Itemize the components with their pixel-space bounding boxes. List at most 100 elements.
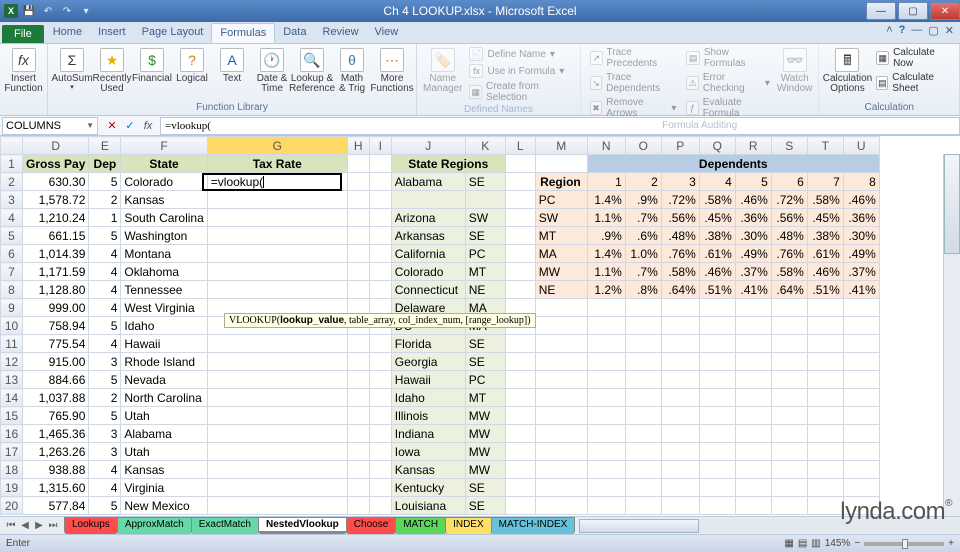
cell[interactable] [369,425,391,443]
chevron-down-icon[interactable]: ▼ [86,121,94,130]
cell[interactable] [465,191,505,209]
cell[interactable]: PC [535,191,587,209]
row-header-16[interactable]: 16 [1,425,23,443]
cell[interactable]: 1 [89,209,121,227]
cell[interactable]: Utah [121,443,207,461]
cell[interactable] [535,497,587,515]
cell[interactable] [369,155,391,173]
cell[interactable] [347,155,369,173]
sheet-tab-index[interactable]: INDEX [445,517,492,534]
cell[interactable]: Connecticut [391,281,465,299]
qat-customize-icon[interactable]: ▾ [78,3,94,19]
cell[interactable]: Kansas [391,461,465,479]
logical-button[interactable]: ?Logical [174,46,210,84]
cell[interactable]: .49% [843,245,879,263]
cell[interactable]: Tax Rate [207,155,347,173]
calculate-sheet-button[interactable]: ▤Calculate Sheet [873,71,953,95]
create-from-selection-button[interactable]: ▦Create from Selection [466,80,573,104]
cell[interactable] [771,317,807,335]
ribbon-tab-view[interactable]: View [367,23,407,43]
cell[interactable]: Dependents [587,155,879,173]
cell[interactable] [771,497,807,515]
hscroll-thumb[interactable] [579,519,699,533]
cell[interactable]: SE [465,479,505,497]
cell[interactable] [587,299,625,317]
scrollbar-thumb[interactable] [944,154,960,254]
cell[interactable] [369,173,391,191]
row-header-3[interactable]: 3 [1,191,23,209]
enter-formula-button[interactable]: ✓ [122,118,138,134]
cell[interactable]: SE [465,335,505,353]
cell[interactable]: 8 [843,173,879,191]
cell[interactable] [369,245,391,263]
cell[interactable] [625,479,661,497]
cell[interactable]: .30% [843,227,879,245]
cell[interactable] [843,425,879,443]
cell[interactable]: 915.00 [23,353,89,371]
cell[interactable] [535,443,587,461]
column-header-P[interactable]: P [661,137,699,155]
help-icon[interactable]: ? [899,24,906,37]
cell[interactable] [207,389,347,407]
qat-redo-icon[interactable]: ↷ [59,3,75,19]
column-header-U[interactable]: U [843,137,879,155]
cell[interactable]: 5 [89,173,121,191]
use-in-formula-button[interactable]: fxUse in Formula ▾ [466,63,573,79]
financial-button[interactable]: $Financial [134,46,170,84]
row-header-19[interactable]: 19 [1,479,23,497]
doc-minimize-button[interactable]: — [911,24,922,37]
column-header-D[interactable]: D [23,137,89,155]
error-checking-button[interactable]: ⚠Error Checking ▾ [683,71,772,95]
cell[interactable]: .9% [625,191,661,209]
cell[interactable]: .48% [771,227,807,245]
cell[interactable]: 1.2% [587,281,625,299]
cell[interactable] [207,227,347,245]
cell[interactable] [535,317,587,335]
cell[interactable]: PC [465,371,505,389]
cell[interactable]: 3 [89,353,121,371]
column-header-I[interactable]: I [369,137,391,155]
cell[interactable]: Arkansas [391,227,465,245]
cell[interactable]: Hawaii [121,335,207,353]
cell[interactable] [505,371,535,389]
cell[interactable]: Alabama [391,173,465,191]
cell[interactable]: Kentucky [391,479,465,497]
row-header-7[interactable]: 7 [1,263,23,281]
cell[interactable]: Louisiana [391,497,465,515]
cell[interactable] [505,227,535,245]
calculate-now-button[interactable]: ▦Calculate Now [873,46,953,70]
cell[interactable] [735,461,771,479]
cell[interactable] [807,371,843,389]
ribbon-tab-page-layout[interactable]: Page Layout [134,23,212,43]
column-header-L[interactable]: L [505,137,535,155]
cell[interactable]: Rhode Island [121,353,207,371]
cell[interactable] [347,209,369,227]
cell[interactable] [735,335,771,353]
cell[interactable]: Oklahoma [121,263,207,281]
row-header-20[interactable]: 20 [1,497,23,515]
cell[interactable] [587,461,625,479]
cancel-formula-button[interactable]: ✕ [104,118,120,134]
cell[interactable] [587,407,625,425]
cell[interactable]: SE [465,497,505,515]
cell[interactable] [347,479,369,497]
column-header-N[interactable]: N [587,137,625,155]
ribbon-tab-formulas[interactable]: Formulas [211,23,275,43]
cell[interactable] [735,371,771,389]
cell[interactable] [735,479,771,497]
cell[interactable] [535,461,587,479]
cell[interactable] [505,281,535,299]
cell[interactable] [207,281,347,299]
cell[interactable] [505,479,535,497]
ribbon-tab-insert[interactable]: Insert [90,23,134,43]
date-time-button[interactable]: 🕐Date & Time [254,46,290,94]
cell[interactable]: 1,210.24 [23,209,89,227]
cell[interactable]: 577.84 [23,497,89,515]
cell[interactable]: MW [465,407,505,425]
cell[interactable] [661,299,699,317]
cell[interactable]: 3 [89,443,121,461]
qat-save-icon[interactable]: 💾 [21,3,37,19]
cell[interactable]: Kansas [121,191,207,209]
cell[interactable]: .7% [625,209,661,227]
cell[interactable] [587,497,625,515]
